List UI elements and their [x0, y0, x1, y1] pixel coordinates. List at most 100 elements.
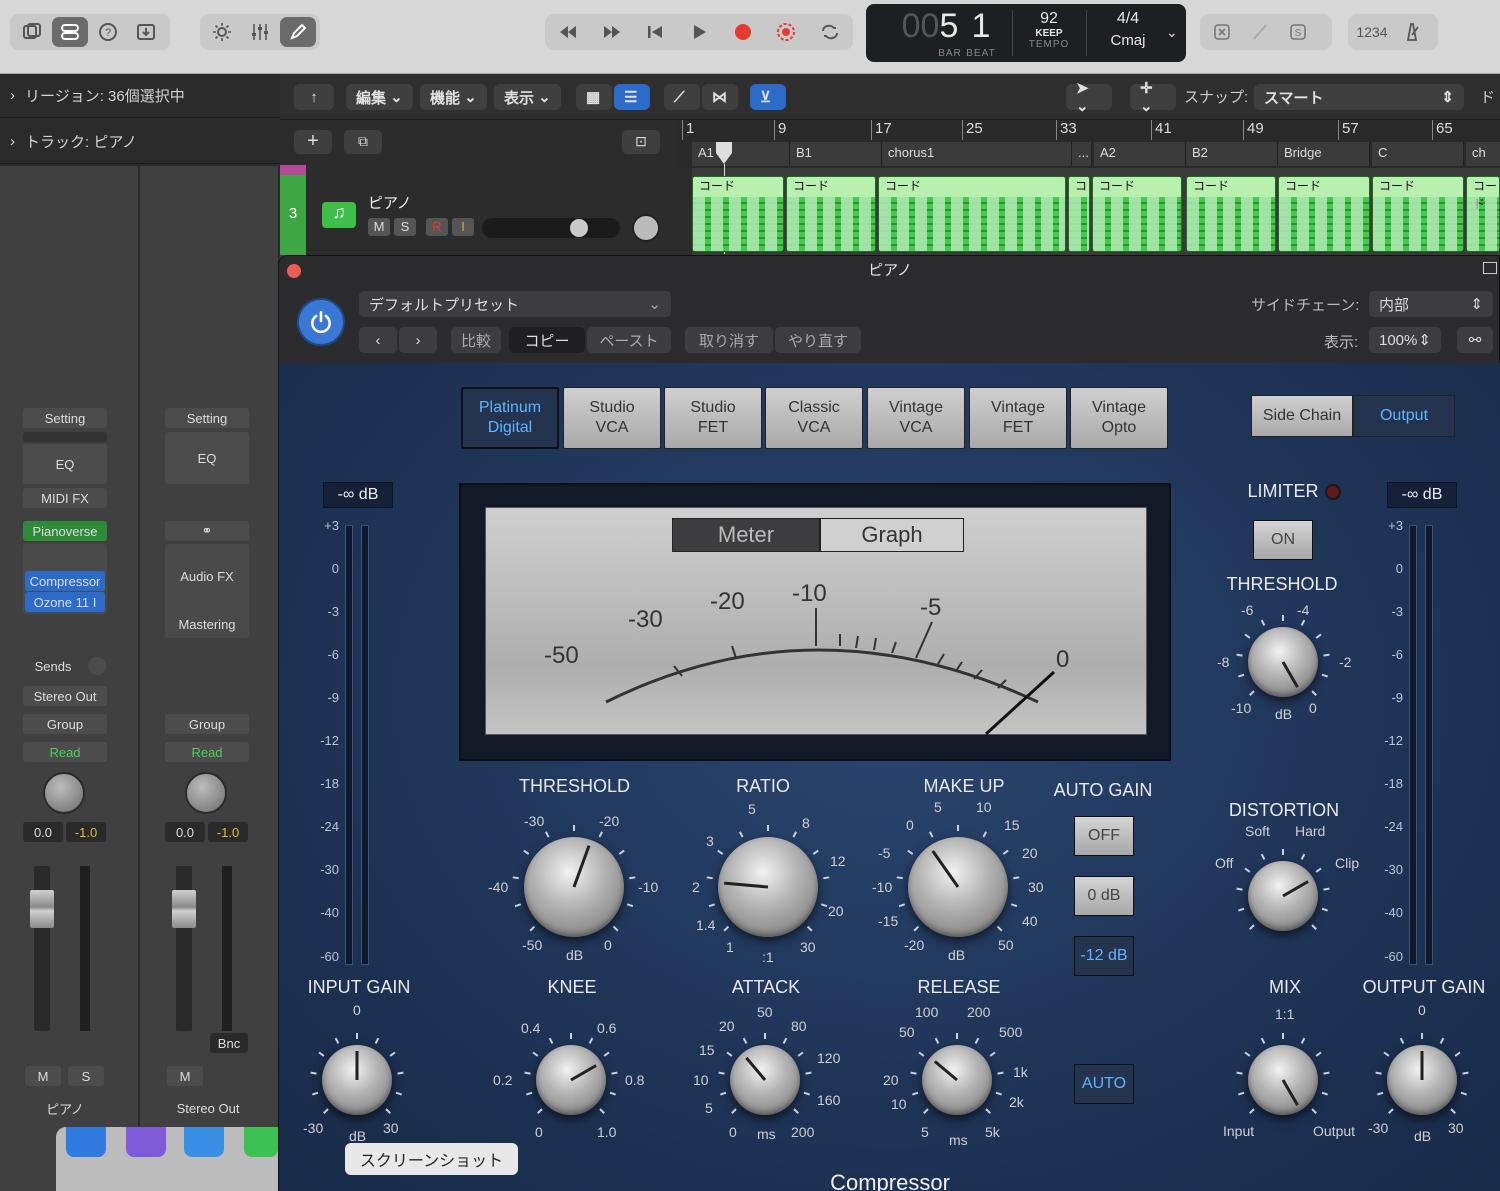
track-name[interactable]: ピアノ [368, 192, 412, 213]
preset-dropdown[interactable]: デフォルトプリセット ⌄ [359, 291, 671, 317]
midi-region[interactable]: コード [1278, 176, 1370, 252]
ruler[interactable]: 1 9 17 25 33 41 49 57 65 A1 B1 chorus1... A2 B2 Bridge… [676, 120, 1500, 254]
model-studio-fet[interactable]: Studio FET [664, 387, 762, 449]
download-icon[interactable] [128, 17, 164, 47]
redo-button[interactable]: やり直す [775, 327, 861, 353]
duplicate-track-icon[interactable]: ⧉ [344, 130, 382, 154]
model-vintage-opto[interactable]: Vintage Opto [1070, 387, 1168, 449]
midi-region[interactable]: コード [1186, 176, 1276, 252]
mixer-icon[interactable] [242, 17, 278, 47]
mute-button[interactable]: M [167, 1066, 203, 1086]
threshold-knob[interactable] [524, 837, 624, 937]
power-button[interactable] [297, 298, 345, 346]
auto-gain-0db-button[interactable]: 0 dB [1074, 876, 1134, 916]
pan-readout[interactable]: -1.0 [208, 822, 248, 842]
volume-fader[interactable] [30, 890, 54, 928]
next-preset-icon[interactable]: › [399, 327, 437, 353]
view-zoom-dropdown[interactable]: 100% ⇕ [1369, 327, 1441, 353]
record-icon[interactable] [725, 17, 761, 47]
volume-readout[interactable]: 0.0 [23, 822, 63, 842]
bounce-button[interactable]: Bnc [210, 1033, 248, 1053]
model-platinum-digital[interactable]: Platinum Digital [461, 387, 559, 449]
output-tab[interactable]: Output [1353, 395, 1455, 437]
finder-icon[interactable] [66, 1127, 106, 1157]
fast-forward-icon[interactable] [594, 17, 630, 47]
pointer-tool-icon[interactable]: ➤ ⌄ [1066, 80, 1112, 115]
compare-button[interactable]: 比較 [451, 327, 502, 353]
safari-icon[interactable] [184, 1127, 224, 1157]
send-knob[interactable] [88, 657, 106, 675]
crosshair-tool-icon[interactable]: ✛ ⌄ [1130, 80, 1176, 115]
track-inspector-row[interactable]: › トラック: ピアノ [0, 120, 280, 164]
pan-readout[interactable]: -1.0 [66, 822, 106, 842]
pencil-icon[interactable] [280, 17, 316, 47]
output-gain-knob[interactable] [1387, 1045, 1457, 1115]
side-chain-tab[interactable]: Side Chain [1251, 395, 1353, 437]
automation-mode[interactable]: Read [23, 742, 107, 762]
lcd-display[interactable]: 005 BAR 1 BEAT 92 KEEP TEMPO 4/4 Cmaj ⌄ [866, 4, 1186, 62]
plugin-slot-ozone[interactable]: Ozone 11 I [25, 592, 105, 612]
rewind-icon[interactable] [550, 17, 586, 47]
tuner-icon[interactable] [1242, 17, 1278, 47]
launchpad-icon[interactable] [126, 1127, 166, 1157]
track-mute-button[interactable]: M [368, 218, 390, 236]
model-vintage-vca[interactable]: Vintage VCA [867, 387, 965, 449]
grid-view-icon[interactable]: ▦ [576, 84, 612, 110]
track-input-button[interactable]: I [452, 218, 474, 236]
marker[interactable]: A2 [1094, 142, 1186, 166]
region-inspector-row[interactable]: › リージョン: 36個選択中 [0, 74, 280, 118]
midi-fx-slot[interactable]: MIDI FX [23, 488, 107, 508]
close-box-icon[interactable] [1204, 17, 1240, 47]
auto-gain-minus12-button[interactable]: -12 dB [1074, 936, 1134, 976]
midi-region[interactable]: コード [1092, 176, 1182, 252]
undo-button[interactable]: 取り消す [685, 327, 773, 353]
marker[interactable]: B2 [1186, 142, 1278, 166]
distortion-knob[interactable] [1248, 861, 1318, 931]
copy-button[interactable]: コピー [509, 327, 585, 353]
midi-region[interactable]: コード [878, 176, 1066, 252]
volume-fader[interactable] [172, 890, 196, 928]
track-record-button[interactable]: R [426, 218, 448, 236]
track-pan-knob[interactable] [632, 214, 660, 242]
expand-window-icon[interactable] [1483, 262, 1497, 274]
metronome-icon[interactable] [1394, 17, 1430, 47]
model-vintage-fet[interactable]: Vintage FET [969, 387, 1067, 449]
midi-region[interactable]: コード [692, 176, 784, 252]
track-solo-button[interactable]: S [394, 218, 416, 236]
attack-knob[interactable] [730, 1045, 800, 1115]
midi-region[interactable]: コード [786, 176, 876, 252]
catch-icon[interactable]: ⊻ [750, 84, 786, 110]
audio-fx-label[interactable]: Audio FX [165, 566, 249, 586]
pan-knob[interactable] [185, 772, 227, 814]
inspector-icon[interactable] [52, 17, 88, 47]
plugin-slot-compressor[interactable]: Compressor [25, 571, 105, 591]
flex-icon[interactable]: ⋈ [702, 84, 738, 110]
edit-menu[interactable]: 編集 ⌄ [346, 84, 413, 110]
eq-button[interactable]: EQ [23, 444, 107, 484]
limiter-threshold-knob[interactable] [1248, 627, 1318, 697]
setting-button[interactable]: Setting [165, 408, 249, 428]
auto-gain-off-button[interactable]: OFF [1074, 816, 1134, 856]
setting-button[interactable]: Setting [23, 408, 107, 428]
link-icon[interactable]: ⚭ [165, 521, 249, 541]
marker[interactable]: A1 [692, 142, 790, 166]
mute-button[interactable]: M [25, 1066, 61, 1086]
auto-release-button[interactable]: AUTO [1074, 1064, 1134, 1104]
output-slot[interactable]: Stereo Out [23, 686, 107, 706]
marker[interactable]: ... [1072, 142, 1092, 166]
paste-button[interactable]: ペースト [587, 327, 671, 353]
midi-region[interactable]: コード [1372, 176, 1464, 252]
solo-button[interactable]: S [68, 1066, 104, 1086]
snap-dropdown[interactable]: スマート ⇕ [1254, 84, 1464, 110]
add-track-icon[interactable]: + [294, 130, 332, 154]
view-menu[interactable]: 表示 ⌄ [494, 84, 561, 110]
midi-region[interactable]: コード [1466, 176, 1500, 252]
knee-knob[interactable] [536, 1045, 606, 1115]
marker[interactable]: Bridge [1278, 142, 1370, 166]
mastering-slot[interactable]: Mastering [165, 614, 249, 634]
instrument-slot[interactable]: Pianoverse [23, 521, 107, 541]
collapse-icon[interactable]: ⊡ [622, 130, 660, 154]
close-window-button[interactable] [287, 264, 301, 278]
count-in-button[interactable]: 1234 [1352, 17, 1392, 47]
chevron-down-icon[interactable]: ⌄ [1166, 24, 1178, 41]
